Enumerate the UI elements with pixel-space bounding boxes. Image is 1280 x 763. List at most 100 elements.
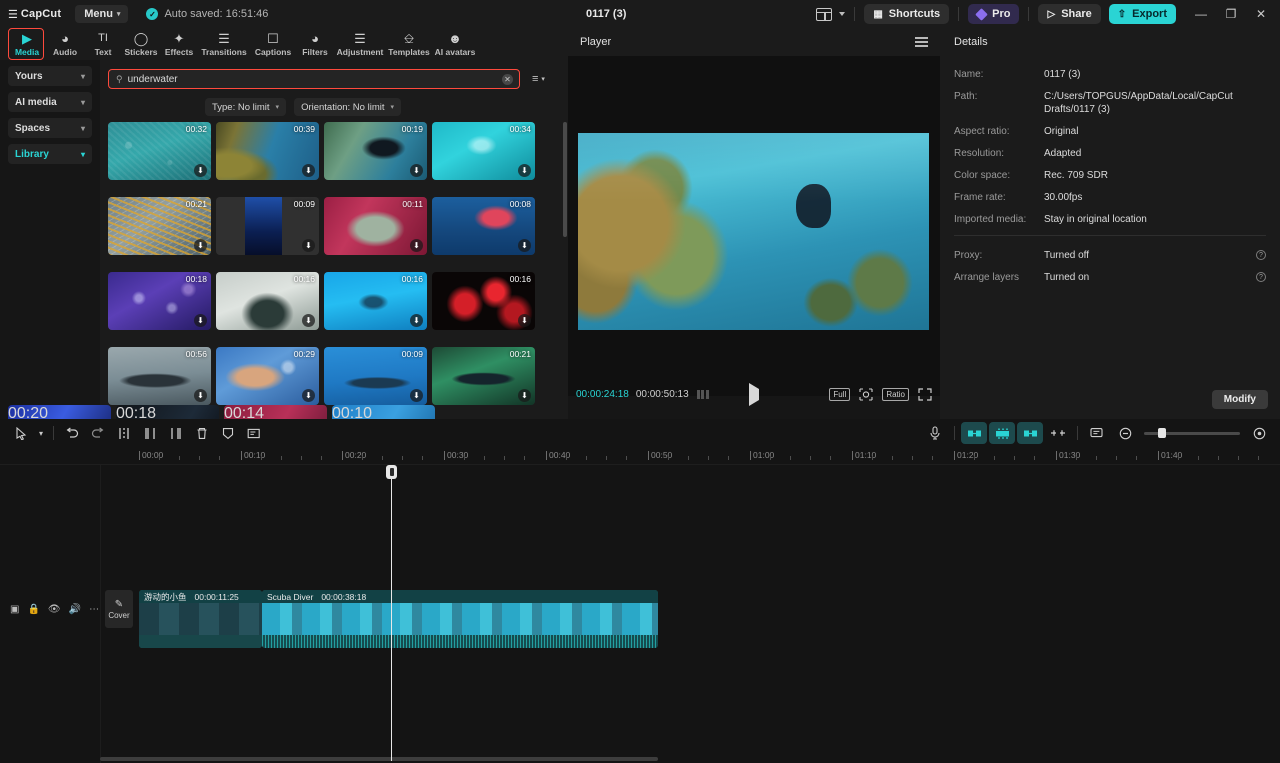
mic-record-icon[interactable] [922, 422, 948, 444]
media-item[interactable]: 00:09 ⬇ [324, 347, 427, 405]
filter-type[interactable]: Type: No limit ▾ [205, 98, 286, 116]
export-button[interactable]: ⇧ Export [1109, 4, 1176, 24]
cover-button[interactable]: ✎ Cover [105, 590, 133, 628]
download-icon[interactable]: ⬇ [410, 164, 423, 177]
pro-button[interactable]: Pro [968, 4, 1019, 24]
full-button[interactable]: Full [829, 388, 850, 401]
chevron-down-icon[interactable]: ▾ [34, 422, 48, 444]
media-item[interactable]: 00:18 [116, 405, 219, 419]
tab-transitions[interactable]: ☰ Transitions [198, 29, 250, 59]
media-item[interactable]: 00:32 ⬇ [108, 122, 211, 180]
sidebar-item-ai-media[interactable]: AI media ▾ [8, 92, 92, 112]
download-icon[interactable]: ⬇ [302, 389, 315, 402]
menu-button[interactable]: Menu ▾ [75, 5, 128, 23]
shortcuts-button[interactable]: ▦ Shortcuts [864, 4, 949, 24]
download-icon[interactable]: ⬇ [194, 239, 207, 252]
layout-dropdown-chevron-icon[interactable] [839, 12, 845, 16]
maximize-button[interactable]: ❐ [1216, 0, 1246, 28]
playhead-handle[interactable] [386, 465, 397, 479]
media-item[interactable]: 00:19 ⬇ [324, 122, 427, 180]
timeline-clip[interactable]: Scuba Diver 00:00:38:18 [262, 590, 658, 648]
media-item[interactable]: 00:14 [224, 405, 327, 419]
trim-right-icon[interactable] [163, 422, 189, 444]
timeline-ruler[interactable]: 00:00 00:10 00:20 00:30 00:40 00:50 01:0… [0, 447, 1280, 465]
undo-icon[interactable] [59, 422, 85, 444]
zoom-fit-icon[interactable] [859, 388, 873, 401]
download-icon[interactable]: ⬇ [302, 314, 315, 327]
clear-icon[interactable]: ✕ [502, 74, 513, 85]
tab-captions[interactable]: ☐ Captions [250, 29, 296, 59]
media-item[interactable]: 00:39 ⬇ [216, 122, 319, 180]
volume-icon[interactable]: 🔊 [69, 604, 81, 615]
media-item[interactable]: 00:09 ⬇ [216, 197, 319, 255]
fullscreen-icon[interactable] [918, 388, 932, 401]
media-item[interactable]: 00:18 ⬇ [108, 272, 211, 330]
sidebar-item-spaces[interactable]: Spaces ▾ [8, 118, 92, 138]
download-icon[interactable]: ⬇ [410, 314, 423, 327]
video-preview[interactable] [578, 133, 929, 330]
auto-cut-left-icon[interactable] [961, 422, 987, 444]
eye-icon[interactable]: 👁 [48, 604, 61, 615]
lock-icon[interactable]: 🔒 [27, 604, 39, 615]
media-item[interactable]: 00:16 ⬇ [216, 272, 319, 330]
modify-button[interactable]: Modify [1212, 390, 1268, 409]
select-arrow-icon[interactable] [8, 422, 34, 444]
grid-icon[interactable] [697, 390, 709, 399]
media-item[interactable]: 00:20 [8, 405, 111, 419]
download-icon[interactable]: ⬇ [518, 314, 531, 327]
preview-toggle-icon[interactable] [1084, 422, 1110, 444]
sidebar-item-library[interactable]: Library ▾ [8, 144, 92, 164]
auto-cut-center-icon[interactable] [989, 422, 1015, 444]
link-toggle-icon[interactable] [1045, 422, 1071, 444]
download-icon[interactable]: ⬇ [194, 389, 207, 402]
detail-value[interactable]: Turned off [1044, 249, 1266, 262]
zoom-slider[interactable] [1144, 432, 1240, 435]
hamburger-icon[interactable] [915, 37, 928, 46]
layout-grid-icon[interactable] [816, 8, 832, 21]
play-icon[interactable] [749, 389, 759, 400]
tab-media[interactable]: ▶ Media [8, 29, 46, 59]
delete-icon[interactable] [189, 422, 215, 444]
tab-adjustment[interactable]: ☰ Adjustment [334, 29, 386, 59]
media-item[interactable]: 00:16 ⬇ [324, 272, 427, 330]
download-icon[interactable]: ⬇ [194, 164, 207, 177]
download-icon[interactable]: ⬇ [302, 164, 315, 177]
sort-filter-icon[interactable]: ≡▾ [532, 73, 545, 85]
tab-stickers[interactable]: ◯ Stickers [122, 29, 160, 59]
tab-ai-avatars[interactable]: ☻ AI avatars [432, 29, 478, 59]
ratio-button[interactable]: Ratio [882, 388, 909, 401]
media-item[interactable]: 00:10 [332, 405, 435, 419]
download-icon[interactable]: ⬇ [518, 389, 531, 402]
zoom-out-icon[interactable] [1112, 422, 1138, 444]
media-item[interactable]: 00:34 ⬇ [432, 122, 535, 180]
media-item[interactable]: 00:56 ⬇ [108, 347, 211, 405]
trim-left-icon[interactable] [137, 422, 163, 444]
minimize-button[interactable]: — [1186, 0, 1216, 28]
tab-filters[interactable]: ◕ Filters [296, 29, 334, 59]
crop-icon[interactable] [241, 422, 267, 444]
close-button[interactable]: ✕ [1246, 0, 1276, 28]
track-thumbnail-icon[interactable]: ▣ [10, 604, 19, 615]
download-icon[interactable]: ⬇ [410, 389, 423, 402]
download-icon[interactable]: ⬇ [518, 164, 531, 177]
filter-orientation[interactable]: Orientation: No limit ▾ [294, 98, 401, 116]
tab-effects[interactable]: ✦ Effects [160, 29, 198, 59]
tab-text[interactable]: TI Text [84, 29, 122, 59]
download-icon[interactable]: ⬇ [194, 314, 207, 327]
info-icon[interactable]: ? [1256, 250, 1266, 260]
media-item[interactable]: 00:21 ⬇ [432, 347, 535, 405]
sidebar-item-yours[interactable]: Yours ▾ [8, 66, 92, 86]
download-icon[interactable]: ⬇ [410, 239, 423, 252]
timeline-scrollbar[interactable] [100, 757, 658, 761]
media-item[interactable]: 00:29 ⬇ [216, 347, 319, 405]
timeline-clip[interactable]: 游动的小鱼 00:00:11:25 [139, 590, 262, 648]
info-icon[interactable]: ? [1256, 272, 1266, 282]
playhead[interactable] [391, 465, 392, 761]
zoom-in-icon[interactable] [1246, 422, 1272, 444]
more-icon[interactable]: ⋯ [89, 604, 99, 615]
tab-templates[interactable]: ⎒ Templates [386, 29, 432, 59]
tab-audio[interactable]: ◕ Audio [46, 29, 84, 59]
share-button[interactable]: ▷ Share [1038, 4, 1100, 24]
download-icon[interactable]: ⬇ [518, 239, 531, 252]
split-icon[interactable] [111, 422, 137, 444]
